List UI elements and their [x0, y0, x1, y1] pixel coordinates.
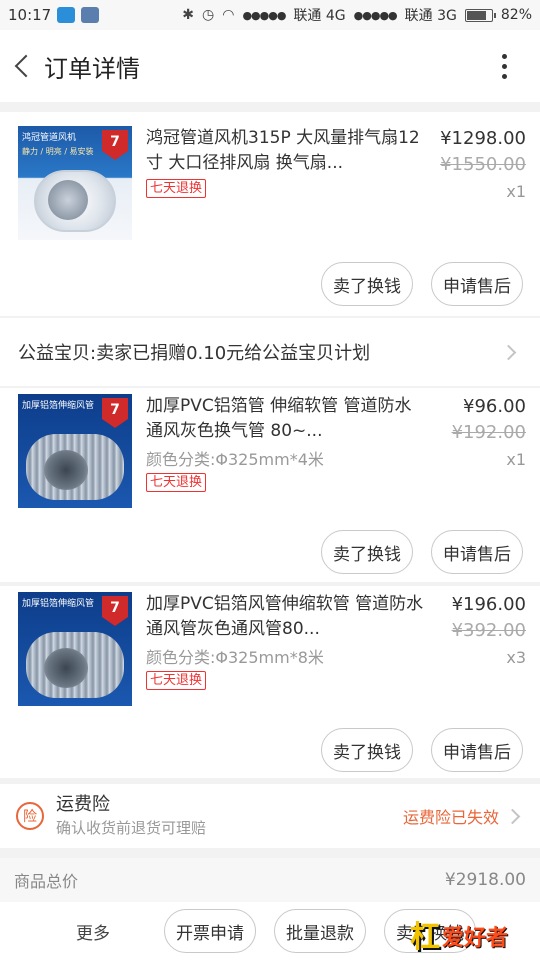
original-price: ¥192.00 — [451, 422, 526, 443]
insurance-status: 运费险已失效 — [402, 808, 499, 827]
battery-fill — [466, 10, 487, 20]
after-sales-button[interactable]: 申请售后 — [431, 530, 523, 574]
more-dot-icon — [501, 63, 507, 69]
total-value: ¥2918.00 — [444, 870, 526, 890]
insurance-icon: 险 — [16, 802, 44, 830]
back-arrow-icon — [14, 54, 38, 78]
alarm-icon: ◷ — [202, 7, 215, 23]
watermark-glyph: 杠 — [410, 920, 440, 955]
thumbnail-caption: 鸿冠管道风机 — [22, 133, 77, 143]
original-price: ¥1550.00 — [440, 154, 526, 175]
batch-refund-button[interactable]: 批量退款 — [274, 909, 366, 953]
fan-intake-image — [48, 180, 88, 220]
duct-opening-image — [44, 450, 88, 490]
more-dot-icon — [501, 53, 507, 59]
product-price: ¥96.00 — [463, 396, 526, 417]
wifi-icon: ◠ — [222, 7, 235, 23]
quantity: x1 — [506, 450, 526, 469]
chevron-right-icon — [500, 344, 517, 360]
carrier-2: 联通 3G — [404, 8, 457, 24]
total-row: 商品总价 ¥2918.00 — [0, 858, 540, 902]
charity-text: 公益宝贝:卖家已捐赠0.10元给公益宝贝计划 — [18, 343, 371, 364]
more-button[interactable]: 更多 — [76, 919, 110, 944]
order-item[interactable]: 鸿冠管道风机 静力 / 明亮 / 易安装 7 鸿冠管道风机315P 大风量排气扇… — [0, 112, 540, 316]
duct-opening-image — [44, 648, 88, 688]
after-sales-button[interactable]: 申请售后 — [431, 728, 523, 772]
more-dot-icon — [501, 73, 507, 79]
product-thumbnail[interactable]: 加厚铝箔伸缩风管 7 — [18, 394, 132, 508]
seven-day-badge-icon: 7 — [102, 596, 128, 626]
bluetooth-icon: ✱ — [182, 7, 194, 23]
battery-percent: 82% — [500, 7, 532, 23]
insurance-title: 运费险 — [56, 794, 110, 815]
app-notification-icon — [57, 7, 76, 23]
product-spec: 颜色分类:Φ325mm*4米 — [146, 450, 324, 469]
chevron-right-icon — [504, 808, 521, 824]
signal-icon-2: ●●●●● — [353, 8, 398, 22]
battery-icon — [464, 8, 496, 22]
after-sales-button[interactable]: 申请售后 — [431, 262, 523, 306]
product-thumbnail[interactable]: 鸿冠管道风机 静力 / 明亮 / 易安装 7 — [18, 126, 132, 240]
order-item[interactable]: 加厚铝箔伸缩风管 7 加厚PVC铝箔管 伸缩软管 管道防水通风灰色换气管 80~… — [0, 388, 540, 582]
message-notification-icon — [81, 7, 100, 23]
original-price: ¥392.00 — [451, 620, 526, 641]
carrier-1: 联通 4G — [293, 8, 346, 24]
resell-button[interactable]: 卖了换钱 — [321, 728, 413, 772]
insurance-subtitle: 确认收货前退货可理赔 — [56, 819, 207, 837]
shipping-insurance-row[interactable]: 险 运费险 确认收货前退货可理赔 运费险已失效 — [0, 784, 540, 848]
watermark-logo: 杠 爱好者 — [410, 914, 534, 956]
product-name[interactable]: 加厚PVC铝箔管 伸缩软管 管道防水通风灰色换气管 80~... — [146, 394, 426, 444]
status-time: 10:17 — [8, 6, 52, 24]
product-price: ¥196.00 — [451, 594, 526, 615]
total-label: 商品总价 — [14, 872, 79, 891]
watermark-text: 爱好者 — [442, 926, 509, 951]
product-name[interactable]: 鸿冠管道风机315P 大风量排气扇12寸 大口径排风扇 换气扇... — [146, 126, 426, 176]
order-item[interactable]: 加厚铝箔伸缩风管 7 加厚PVC铝箔风管伸缩软管 管道防水通风管灰色通风管80.… — [0, 586, 540, 778]
return-tag: 七天退换 — [146, 671, 207, 690]
bottom-action-bar: 更多 开票申请 批量退款 卖了换钱 杠 爱好者 — [0, 902, 540, 960]
resell-button[interactable]: 卖了换钱 — [321, 530, 413, 574]
product-price: ¥1298.00 — [440, 128, 526, 149]
app-bar: 订单详情 — [0, 30, 540, 102]
thumbnail-caption: 加厚铝箔伸缩风管 — [22, 401, 95, 411]
thumbnail-caption: 加厚铝箔伸缩风管 — [22, 599, 95, 609]
product-spec: 颜色分类:Φ325mm*8米 — [146, 648, 324, 667]
thumbnail-subcaption: 静力 / 明亮 / 易安装 — [22, 147, 94, 156]
resell-button[interactable]: 卖了换钱 — [321, 262, 413, 306]
seven-day-badge-icon: 7 — [102, 398, 128, 428]
invoice-request-button[interactable]: 开票申请 — [164, 909, 256, 953]
seven-day-badge-icon: 7 — [102, 130, 128, 160]
signal-icon: ●●●●● — [242, 8, 286, 22]
quantity: x1 — [506, 182, 526, 201]
back-button[interactable] — [2, 30, 42, 102]
quantity: x3 — [506, 648, 526, 667]
product-name[interactable]: 加厚PVC铝箔风管伸缩软管 管道防水通风管灰色通风管80... — [146, 592, 426, 642]
page-title: 订单详情 — [44, 54, 140, 83]
status-bar: 10:17 ✱ ◷ ◠ ●●●●● 联通 4G ●●●●● 联通 3G 82% — [0, 0, 540, 30]
charity-row[interactable]: 公益宝贝:卖家已捐赠0.10元给公益宝贝计划 — [0, 318, 540, 386]
product-thumbnail[interactable]: 加厚铝箔伸缩风管 7 — [18, 592, 132, 706]
return-tag: 七天退换 — [146, 473, 207, 492]
return-tag: 七天退换 — [146, 179, 207, 198]
more-menu-button[interactable] — [484, 30, 524, 102]
